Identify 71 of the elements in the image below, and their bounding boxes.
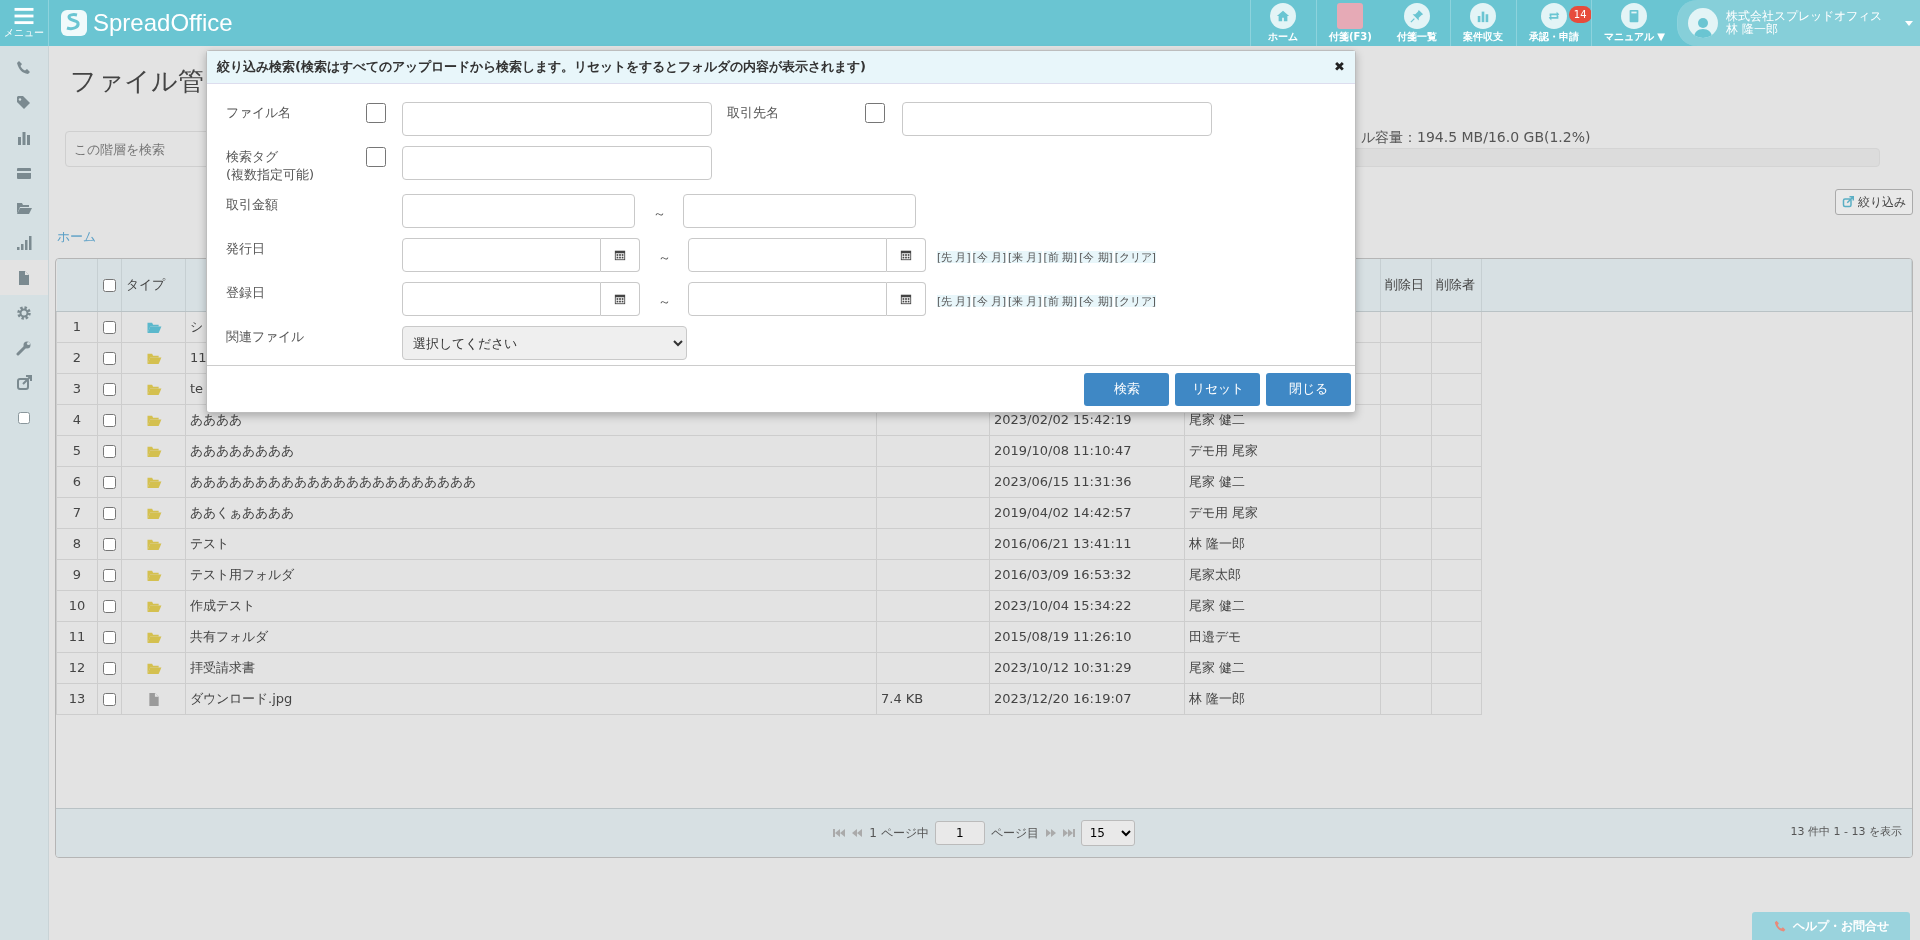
column-header: タイプ (126, 277, 165, 292)
field-label: 発行日 (226, 240, 266, 259)
file-name: ダウンロード.jpg (190, 691, 293, 707)
row-number: 4 (72, 412, 82, 428)
row-number: 10 (68, 598, 86, 614)
date-cell: 2023/10/04 15:34:22 (994, 598, 1132, 614)
page-label: ページ目 (990, 824, 1039, 842)
date-cell: 2023/10/12 10:31:29 (994, 660, 1132, 676)
date-cell: 2023/02/02 15:42:19 (994, 412, 1132, 428)
date-cell: 2016/06/21 13:41:11 (994, 536, 1132, 552)
logo-text: SpreadOffice (93, 8, 233, 38)
row-number: 11 (68, 629, 86, 645)
range-separator: ～ (656, 249, 672, 268)
page-label: 1 ページ中 (869, 824, 929, 842)
user-cell: デモ用 尾家 (1189, 505, 1259, 521)
date-cell: 2019/04/02 14:42:57 (994, 505, 1132, 521)
file-name: ああああああああああああああああああああああ (190, 474, 476, 490)
date-cell: 2015/08/19 11:26:10 (994, 629, 1132, 645)
file-name: 共有フォルダ (190, 629, 268, 645)
file-size: 7.4 KB (881, 691, 924, 707)
user-cell: デモ用 尾家 (1189, 443, 1259, 459)
column-header: 削除日 (1385, 277, 1424, 292)
storage-usage: ル容量：194.5 MB/16.0 GB(1.2%) (1360, 128, 1592, 147)
file-name: 拝受請求書 (190, 660, 255, 676)
row-number: 8 (72, 536, 82, 552)
user-cell: 田邉デモ (1189, 629, 1241, 645)
notification-badge: 14 (1568, 6, 1592, 23)
field-label: 取引金額 (226, 196, 279, 215)
row-number: 3 (72, 381, 82, 397)
date-cell: 2023/12/20 16:19:07 (994, 691, 1132, 707)
row-number: 2 (72, 350, 82, 366)
row-number: 13 (68, 691, 86, 707)
row-number: 12 (68, 660, 86, 676)
user-cell: 尾家 健二 (1189, 598, 1246, 614)
user-cell: 尾家太郎 (1189, 567, 1241, 583)
file-name: ああああ (190, 412, 242, 428)
file-name: ああくぁああああ (190, 505, 294, 521)
record-summary: 13 件中 1 - 13 を表示 (1790, 824, 1902, 841)
file-name: テスト用フォルダ (190, 567, 294, 583)
field-label: 関連ファイル (226, 328, 305, 347)
file-name: テスト (190, 536, 229, 552)
field-hint: (複数指定可能) (226, 166, 316, 185)
dialog-title: 絞り込み検索(検索はすべてのアップロードから検索します。リセットをするとフォルダの内容が表示されます) (217, 58, 866, 77)
field-label: ファイル名 (226, 104, 292, 122)
date-cell: 2023/06/15 11:31:36 (994, 474, 1132, 490)
field-label: 検索タグ (226, 148, 279, 166)
date-cell: 2019/10/08 11:10:47 (994, 443, 1132, 459)
file-name: 作成テスト (190, 598, 255, 614)
file-name: 11 (190, 350, 207, 366)
field-label: 取引先名 (727, 104, 780, 122)
row-number: 6 (72, 474, 82, 490)
company-name: 株式会社スプレッドオフィス (1726, 9, 1882, 23)
page-title: ファイル管 (70, 65, 204, 98)
file-name: シ (190, 319, 203, 335)
row-number: 7 (72, 505, 82, 521)
user-cell: 尾家 健二 (1189, 474, 1246, 490)
row-number: 1 (72, 319, 82, 335)
date-cell: 2016/03/09 16:53:32 (994, 567, 1132, 583)
field-label: 登録日 (226, 284, 266, 303)
user-name: 林 隆一郎 (1726, 23, 1779, 37)
user-cell: 林 隆一郎 (1189, 691, 1246, 707)
range-separator: ～ (651, 205, 667, 224)
file-name: te (190, 381, 204, 397)
row-number: 9 (72, 567, 82, 583)
user-cell: 尾家 健二 (1189, 660, 1246, 676)
row-number: 5 (72, 443, 82, 459)
file-name: ああああああああ (190, 443, 294, 459)
user-cell: 林 隆一郎 (1189, 536, 1246, 552)
column-header: 削除者 (1436, 277, 1475, 292)
range-separator: ～ (656, 293, 672, 312)
user-cell: 尾家 健二 (1189, 412, 1246, 428)
